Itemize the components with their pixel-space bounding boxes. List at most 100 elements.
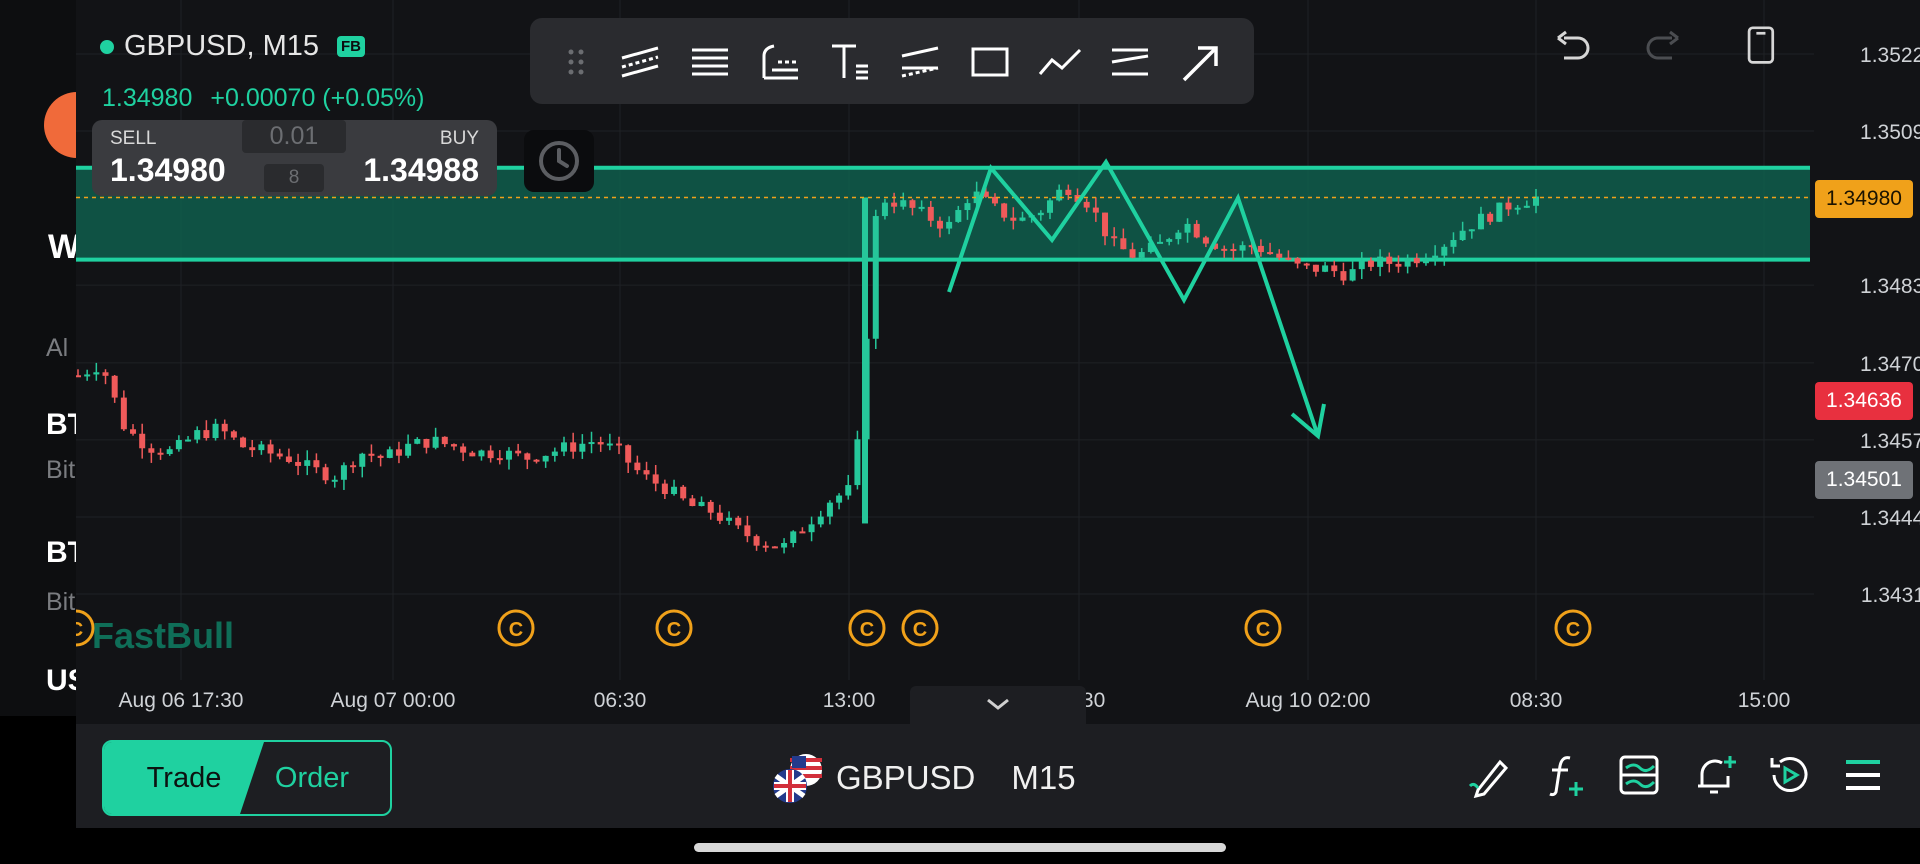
candle-body: [267, 444, 274, 454]
candle-body: [579, 443, 586, 452]
candle-body: [744, 525, 751, 537]
candle-body: [1505, 202, 1512, 210]
candle-body: [175, 439, 182, 450]
candle-body: [322, 467, 329, 481]
candle-body: [1019, 217, 1026, 221]
candle-body: [946, 221, 953, 229]
sell-price[interactable]: 1.34980: [110, 152, 226, 189]
candle-body: [936, 220, 943, 229]
candle-body: [1138, 252, 1145, 258]
candle-body: [1294, 258, 1301, 264]
lot-size-input[interactable]: 0.01: [242, 120, 346, 153]
candle-body: [808, 524, 815, 533]
candle-body: [441, 436, 448, 445]
candle-body: [836, 495, 843, 503]
buy-label: BUY: [439, 128, 479, 149]
collapse-panel-tab[interactable]: [910, 686, 1086, 724]
chevron-down-icon: [987, 698, 1009, 710]
candle-body: [1166, 239, 1173, 242]
candle-body: [1157, 241, 1164, 244]
time-tick-label: 13:00: [823, 689, 876, 712]
candle-body: [1413, 258, 1420, 264]
time-tick-label: 08:30: [1510, 689, 1563, 712]
candle-body: [350, 465, 357, 468]
buy-price[interactable]: 1.34988: [363, 152, 479, 189]
price-change: +0.00070 (+0.05%): [210, 84, 425, 112]
rotate-screen-icon[interactable]: [1740, 26, 1780, 66]
pitchfork-icon[interactable]: [1108, 40, 1152, 84]
candle-body: [1322, 265, 1329, 272]
candle-body: [616, 443, 623, 446]
candle-body: [634, 462, 641, 471]
rectangle-icon[interactable]: [968, 40, 1012, 84]
candle-body: [799, 531, 806, 534]
arrow-icon[interactable]: [1178, 40, 1222, 84]
candle-body: [680, 486, 687, 499]
candle-body: [561, 442, 567, 452]
gray-price-tag: 1.34501: [1815, 461, 1913, 499]
event-marker-label: C: [76, 619, 83, 641]
candle-body: [1175, 232, 1182, 240]
currency-flags-icon: [772, 752, 824, 804]
price-tick-label: 1.35092: [1860, 121, 1920, 144]
candle-body: [588, 442, 595, 445]
spread-value: 8: [264, 164, 324, 192]
candle-body: [1267, 252, 1274, 255]
candle-body: [1395, 263, 1402, 267]
replay-icon[interactable]: [1766, 752, 1812, 798]
alert-bell-icon[interactable]: [1692, 752, 1738, 798]
polyline-icon[interactable]: [1038, 40, 1082, 84]
template-icon[interactable]: [1616, 752, 1662, 798]
candle-body: [707, 501, 714, 513]
candle-body: [781, 542, 788, 548]
event-marker-label: C: [1256, 619, 1270, 641]
candle-body: [1487, 213, 1494, 222]
red-price-tag: 1.34636: [1815, 382, 1913, 420]
drawing-toolbar: [530, 18, 1254, 104]
candle-body: [139, 433, 146, 449]
indicator-function-icon[interactable]: [1542, 752, 1588, 798]
history-button[interactable]: [524, 130, 594, 192]
redo-icon[interactable]: [1644, 28, 1684, 68]
candle-body: [148, 448, 155, 453]
regression-channel-icon[interactable]: [898, 40, 942, 84]
price-tick-label: 1.35222: [1860, 44, 1920, 67]
fib-fan-icon[interactable]: [758, 40, 802, 84]
candle-body: [1312, 264, 1319, 272]
candle-body: [625, 445, 632, 463]
drag-handle-icon[interactable]: [554, 40, 598, 84]
candle-body: [230, 431, 237, 438]
candle-body: [1331, 265, 1338, 272]
fib-retracement-icon[interactable]: [688, 40, 732, 84]
parallel-channel-icon[interactable]: [618, 40, 662, 84]
candle-body: [1496, 202, 1503, 222]
candle-body: [212, 423, 219, 439]
candle-body: [964, 203, 971, 211]
candle-body: [1404, 258, 1411, 267]
candle-body: [120, 397, 127, 430]
candle-body: [478, 450, 485, 457]
left-list-item: Bit: [46, 588, 76, 616]
bottom-symbol-selector[interactable]: GBPUSD M15: [772, 752, 1076, 804]
candle-body: [955, 210, 962, 222]
event-marker-label: C: [1566, 619, 1580, 641]
price-tick-label: 1.34832: [1860, 275, 1920, 298]
candle-body: [359, 453, 366, 467]
menu-icon[interactable]: [1840, 752, 1886, 798]
event-marker-label: C: [509, 619, 523, 641]
bottom-timeframe[interactable]: M15: [1011, 759, 1075, 797]
drawing-pen-icon[interactable]: [1466, 752, 1512, 798]
undo-icon[interactable]: [1552, 28, 1592, 68]
candle-body: [1047, 200, 1053, 213]
event-marker-label: C: [913, 619, 927, 641]
order-tab[interactable]: Order: [234, 742, 390, 814]
fb-badge: FB: [337, 36, 365, 57]
candle-body: [102, 372, 109, 376]
sell-label: SELL: [110, 128, 157, 149]
left-list-item[interactable]: Al: [46, 334, 68, 363]
candle-body: [606, 443, 613, 446]
candle-body: [487, 450, 494, 459]
text-tool-icon[interactable]: [828, 40, 872, 84]
candle-body: [157, 452, 164, 455]
current-price-tag: 1.34980: [1815, 180, 1913, 218]
